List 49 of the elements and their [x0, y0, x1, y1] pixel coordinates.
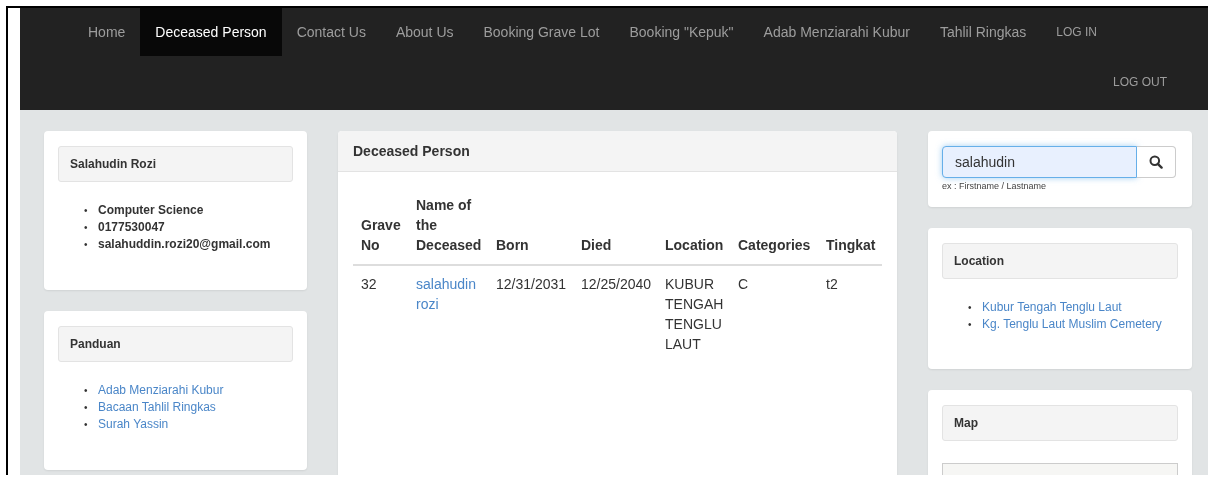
location-link[interactable]: Kg. Tenglu Laut Muslim Cemetery — [982, 316, 1162, 333]
nav-link[interactable]: Home — [73, 8, 141, 56]
nav-link[interactable]: About Us — [380, 8, 469, 56]
card-title: Map — [954, 416, 978, 430]
table-cell: 12/25/2040 — [573, 265, 657, 362]
nav-link[interactable]: Adab Menziarahi Kubur — [748, 8, 925, 56]
table-cell: KUBUR TENGAH TENGLU LAUT — [657, 265, 730, 362]
name-link[interactable]: salahudin rozi — [416, 274, 484, 314]
list-bullet: • — [84, 384, 89, 398]
profile-name: Salahudin Rozi — [70, 157, 156, 171]
list-bullet: • — [968, 318, 973, 332]
column-header: Grave No — [353, 187, 408, 265]
guide-link[interactable]: Surah Yassin — [98, 416, 169, 433]
panel-title: Deceased Person — [353, 143, 470, 159]
profile-detail: salahuddin.rozi20@gmail.com — [98, 236, 271, 253]
nav-link[interactable]: Booking Grave Lot — [468, 8, 615, 56]
table-cell: t2 — [818, 265, 882, 362]
guide-link[interactable]: Adab Menziarahi Kubur — [98, 382, 224, 399]
profile-detail: Computer Science — [98, 202, 204, 219]
location-link[interactable]: Kubur Tengah Tenglu Laut — [982, 299, 1122, 316]
column-header: Born — [488, 187, 573, 265]
search-field[interactable]: salahudin — [942, 146, 1137, 178]
nav-link[interactable]: Contact Us — [281, 8, 381, 56]
search-icon — [1149, 155, 1163, 169]
nav-link[interactable]: Deceased Person — [140, 8, 282, 56]
table-cell: C — [730, 265, 818, 362]
nav-link[interactable]: LOG OUT — [1098, 56, 1182, 108]
search-button[interactable] — [1137, 146, 1176, 178]
profile-detail: 0177530047 — [98, 219, 165, 236]
list-bullet: • — [84, 221, 89, 235]
list-bullet: • — [84, 238, 89, 252]
search-hint: ex : Firstname / Lastname — [942, 181, 1048, 191]
card-title: Panduan — [70, 337, 121, 351]
column-header: Categories — [730, 187, 818, 265]
column-header: Location — [657, 187, 730, 265]
nav-link[interactable]: Tahlil Ringkas — [924, 8, 1042, 56]
guide-link[interactable]: Bacaan Tahlil Ringkas — [98, 399, 216, 416]
table-cell: 12/31/2031 — [488, 265, 573, 362]
card-title: Location — [954, 254, 1004, 268]
list-bullet: • — [84, 418, 89, 432]
column-header: Tingkat — [818, 187, 882, 265]
nav-link[interactable]: LOG IN — [1041, 8, 1112, 56]
table-cell: 32 — [353, 265, 408, 362]
list-bullet: • — [968, 301, 973, 315]
list-bullet: • — [84, 204, 89, 218]
column-header: Died — [573, 187, 657, 265]
list-bullet: • — [84, 401, 89, 415]
column-header: Name of the Deceased — [408, 187, 488, 265]
nav-link[interactable]: Booking "Kepuk" — [614, 8, 749, 56]
